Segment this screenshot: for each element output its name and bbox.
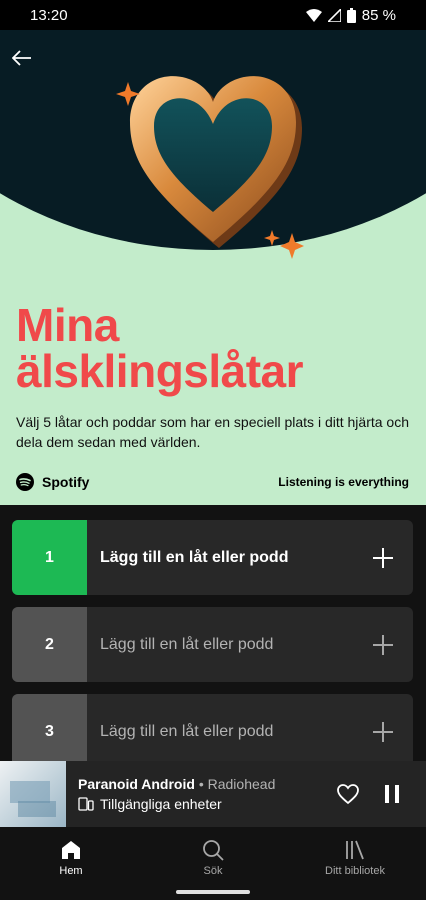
pause-icon [385,785,399,803]
back-button[interactable] [8,46,36,70]
status-time: 13:20 [30,6,68,24]
slot-number: 3 [12,694,87,769]
mini-player[interactable]: Paranoid Android • Radiohead Tillgänglig… [0,761,426,827]
search-icon [203,840,224,861]
heart-outline-icon [337,784,359,805]
slot-label: Lägg till en låt eller podd [100,635,274,653]
favorite-slot-3[interactable]: 3 Lägg till en låt eller podd [12,694,413,769]
nav-library-label: Ditt bibliotek [325,865,385,877]
pause-button[interactable] [370,761,414,827]
nav-library[interactable]: Ditt bibliotek [284,827,426,900]
heart-illustration [116,76,304,259]
add-button[interactable] [353,607,413,682]
devices-icon [78,797,94,811]
track-line: Paranoid Android • Radiohead [78,776,326,792]
device-label: Tillgängliga enheter [100,796,222,812]
nav-search-label: Sök [203,865,223,877]
library-icon [346,840,364,860]
album-art [0,761,66,827]
plus-icon [373,547,393,568]
favorite-slot-1[interactable]: 1 Lägg till en låt eller podd [12,520,413,595]
status-bar: 13:20 85 % [0,0,426,30]
brand-name: Spotify [42,474,90,490]
spotify-brand: Spotify [16,473,89,491]
add-button[interactable] [353,520,413,595]
page-subtitle: Välj 5 låtar och poddar som har en speci… [16,414,409,450]
battery-icon [346,7,356,23]
slot-number: 1 [12,520,87,595]
slot-label: Lägg till en låt eller podd [100,722,274,740]
hero-banner: Mina älsklingslåtar Välj 5 låtar och pod… [0,30,426,505]
spotify-logo-icon [16,473,34,491]
like-button[interactable] [326,761,370,827]
home-icon [62,841,80,859]
plus-icon [373,634,393,655]
track-info[interactable]: Paranoid Android • Radiohead Tillgänglig… [66,776,326,812]
signal-icon [327,8,341,22]
nav-home[interactable]: Hem [0,827,142,900]
title-line-2: älsklingslåtar [16,345,304,397]
page-title: Mina älsklingslåtar [16,302,416,394]
track-separator: • [194,776,208,792]
tagline: Listening is everything [278,475,409,489]
slot-label: Lägg till en låt eller podd [100,548,289,566]
home-indicator [176,890,250,894]
plus-icon [373,721,393,742]
arrow-left-icon [12,50,31,66]
wifi-icon [305,8,322,22]
title-line-1: Mina [16,299,119,351]
favorite-slot-2[interactable]: 2 Lägg till en låt eller podd [12,607,413,682]
sparkle-icon [280,233,304,259]
nav-home-label: Hem [59,865,83,877]
device-picker[interactable]: Tillgängliga enheter [78,796,326,812]
track-artist: Radiohead [207,776,276,792]
battery-percent: 85 % [361,6,396,24]
status-icons: 85 % [305,6,396,24]
track-title: Paranoid Android [78,776,195,792]
add-button[interactable] [353,694,413,769]
slot-number: 2 [12,607,87,682]
